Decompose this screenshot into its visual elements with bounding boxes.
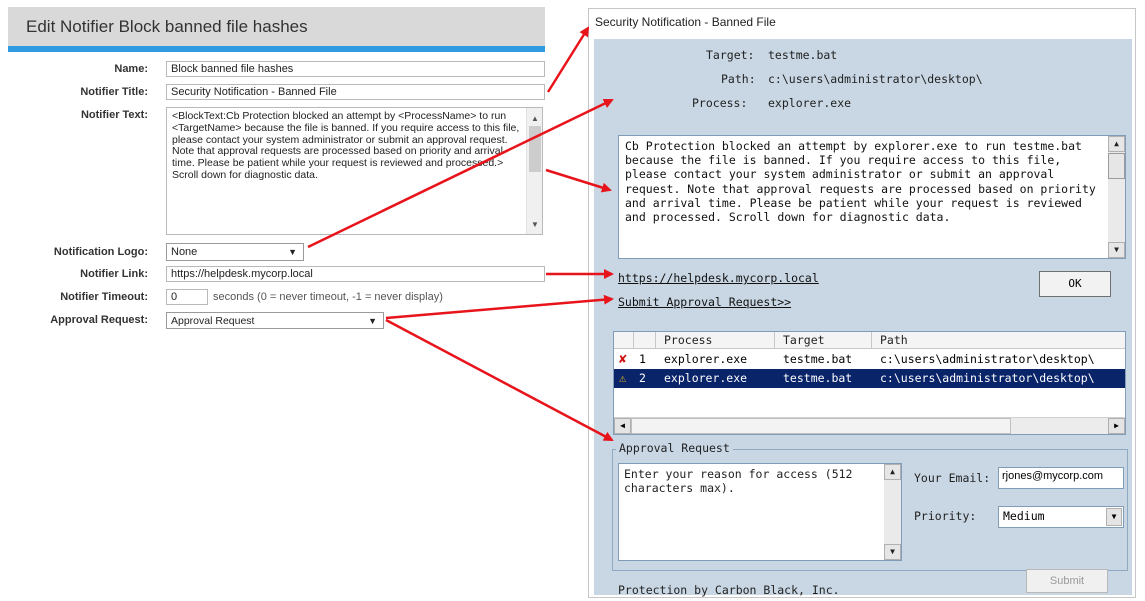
table-horizontal-scrollbar[interactable]: ◀ ▶ — [614, 417, 1125, 434]
notification-logo-value: None — [171, 246, 198, 258]
email-label: Your Email: — [914, 471, 991, 485]
reason-placeholder: Enter your reason for access (512 charac… — [624, 467, 853, 495]
page-title: Edit Notifier Block banned file hashes — [26, 17, 308, 36]
helpdesk-link[interactable]: https://helpdesk.mycorp.local — [618, 271, 819, 285]
notification-dialog: Security Notification - Banned File Targ… — [588, 8, 1136, 598]
process-value: explorer.exe — [768, 96, 852, 110]
warning-icon: ⚠ — [619, 371, 627, 385]
scroll-up-icon[interactable]: ▲ — [884, 464, 901, 480]
scroll-up-icon[interactable]: ▲ — [527, 112, 543, 126]
notifier-timeout-field[interactable]: 0 — [166, 289, 208, 305]
ok-button[interactable]: OK — [1039, 271, 1111, 297]
row-process: explorer.exe — [664, 371, 748, 385]
message-scrollbar[interactable]: ▲ ▼ — [1108, 136, 1125, 258]
scroll-up-icon[interactable]: ▲ — [1108, 136, 1125, 152]
message-box: Cb Protection blocked an attempt by expl… — [618, 135, 1126, 259]
row-target: testme.bat — [783, 352, 853, 366]
dialog-body: Target: testme.bat Path: c:\users\admini… — [594, 39, 1132, 597]
table-header-num — [634, 332, 656, 349]
red-x-icon: ✘ — [619, 352, 627, 367]
notifier-timeout-hint: seconds (0 = never timeout, -1 = never d… — [213, 291, 443, 303]
block-message: Cb Protection blocked an attempt by expl… — [625, 139, 1096, 225]
chevron-down-icon: ▼ — [1106, 508, 1122, 526]
notifier-text-area[interactable]: <BlockText:Cb Protection blocked an atte… — [166, 107, 543, 235]
chevron-down-icon: ▼ — [368, 316, 377, 326]
submit-approval-link[interactable]: Submit Approval Request>> — [618, 295, 791, 309]
notifier-text-scrollbar[interactable]: ▲ ▼ — [526, 108, 542, 234]
reason-scrollbar[interactable]: ▲ ▼ — [884, 464, 901, 560]
table-header-target[interactable]: Target — [775, 332, 872, 349]
scroll-down-icon[interactable]: ▼ — [884, 544, 901, 560]
scroll-left-icon[interactable]: ◀ — [614, 418, 631, 434]
notification-logo-label: Notification Logo: — [53, 246, 148, 258]
submit-button[interactable]: Submit — [1026, 569, 1108, 593]
notifier-title-field[interactable]: Security Notification - Banned File — [166, 84, 545, 100]
priority-value: Medium — [1003, 509, 1045, 523]
table-row[interactable]: ⚠ 2 explorer.exe testme.bat c:\users\adm… — [614, 369, 1125, 388]
process-label: Process: — [692, 96, 748, 110]
approval-request-select[interactable]: Approval Request ▼ — [166, 312, 384, 329]
notifier-link-label: Notifier Link: — [80, 268, 148, 280]
approval-request-legend: Approval Request — [616, 441, 733, 455]
row-num: 2 — [639, 371, 646, 385]
name-field[interactable]: Block banned file hashes — [166, 61, 545, 77]
row-num: 1 — [639, 352, 646, 366]
scroll-right-icon[interactable]: ▶ — [1108, 418, 1125, 434]
table-header-icon — [614, 332, 634, 349]
arrow-title — [546, 26, 590, 93]
chevron-down-icon: ▼ — [288, 247, 297, 257]
priority-select[interactable]: Medium ▼ — [998, 506, 1124, 528]
notifier-timeout-label: Notifier Timeout: — [60, 291, 148, 303]
table-header-process[interactable]: Process — [656, 332, 775, 349]
approval-request-value: Approval Request — [171, 315, 255, 327]
path-value: c:\users\administrator\desktop\ — [768, 72, 983, 86]
arrow-approval — [385, 318, 614, 442]
scroll-thumb[interactable] — [631, 418, 1011, 434]
row-path: c:\users\administrator\desktop\ — [880, 352, 1095, 366]
footer-text: Protection by Carbon Black, Inc. — [618, 583, 840, 597]
scroll-thumb[interactable] — [1108, 153, 1125, 179]
notifier-text-label: Notifier Text: — [80, 109, 148, 121]
reason-textarea[interactable]: Enter your reason for access (512 charac… — [618, 463, 902, 561]
name-label: Name: — [114, 63, 148, 75]
table-row[interactable]: ✘ 1 explorer.exe testme.bat c:\users\adm… — [614, 350, 1125, 369]
approval-request-label: Approval Request: — [50, 314, 148, 326]
row-process: explorer.exe — [664, 352, 748, 366]
scroll-thumb[interactable] — [529, 126, 541, 172]
editor-header: Edit Notifier Block banned file hashes — [8, 7, 545, 47]
target-value: testme.bat — [768, 48, 838, 62]
path-label: Path: — [721, 72, 756, 86]
scroll-down-icon[interactable]: ▼ — [527, 218, 543, 232]
dialog-title: Security Notification - Banned File — [595, 15, 776, 29]
notification-logo-select[interactable]: None ▼ — [166, 243, 304, 261]
target-label: Target: — [706, 48, 755, 62]
priority-label: Priority: — [914, 509, 977, 523]
row-target: testme.bat — [783, 371, 853, 385]
diagnostic-table: Process Target Path ✘ 1 explorer.exe tes… — [613, 331, 1126, 435]
email-field[interactable]: rjones@mycorp.com — [998, 467, 1124, 489]
notifier-link-field[interactable]: https://helpdesk.mycorp.local — [166, 266, 545, 282]
notifier-title-label: Notifier Title: — [80, 86, 148, 98]
header-accent-bar — [8, 46, 545, 52]
row-path: c:\users\administrator\desktop\ — [880, 371, 1095, 385]
scroll-down-icon[interactable]: ▼ — [1108, 242, 1125, 258]
notifier-text-content: <BlockText:Cb Protection blocked an atte… — [172, 110, 520, 181]
table-header-path[interactable]: Path — [872, 332, 1125, 349]
